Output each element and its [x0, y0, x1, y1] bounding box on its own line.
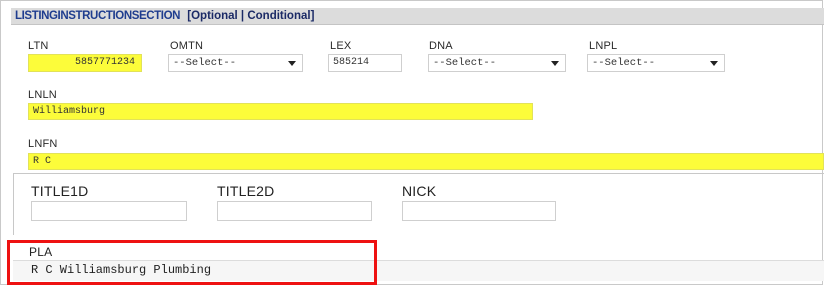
chevron-down-icon [288, 61, 296, 66]
lnpl-selected-value: --Select-- [592, 57, 656, 69]
lnpl-label: LNPL [589, 40, 618, 52]
omtn-label: OMTN [170, 40, 204, 52]
title1d-input[interactable] [31, 201, 187, 221]
lnln-input[interactable]: Williamsburg [28, 103, 533, 120]
title2d-input[interactable] [217, 201, 372, 221]
dna-select[interactable]: --Select-- [428, 54, 566, 72]
lnpl-select[interactable]: --Select-- [587, 54, 725, 72]
section-header: LISTINGINSTRUCTIONSECTION [Optional | Co… [11, 8, 824, 25]
dna-label: DNA [429, 40, 453, 52]
nick-input[interactable] [402, 201, 556, 221]
listing-instruction-panel: LISTINGINSTRUCTIONSECTION [Optional | Co… [0, 0, 824, 285]
title1d-label: TITLE1D [31, 183, 89, 199]
chevron-down-icon [710, 61, 718, 66]
lex-label: LEX [330, 40, 352, 52]
lnfn-input[interactable]: R C [28, 153, 824, 170]
lnln-label: LNLN [28, 89, 57, 101]
section-qualifier: [Optional | Conditional] [187, 10, 315, 22]
annotation-highlight-box [7, 240, 377, 285]
lex-input[interactable]: 585214 [328, 54, 402, 72]
nick-label: NICK [402, 183, 437, 199]
dna-selected-value: --Select-- [433, 57, 497, 69]
title2d-label: TITLE2D [217, 183, 275, 199]
chevron-down-icon [551, 61, 559, 66]
ltn-label: LTN [28, 40, 49, 52]
section-title: LISTINGINSTRUCTIONSECTION [15, 10, 181, 22]
omtn-selected-value: --Select-- [173, 57, 237, 69]
omtn-select[interactable]: --Select-- [168, 54, 303, 72]
ltn-input[interactable]: 5857771234 [28, 54, 142, 72]
lnfn-label: LNFN [28, 138, 58, 150]
